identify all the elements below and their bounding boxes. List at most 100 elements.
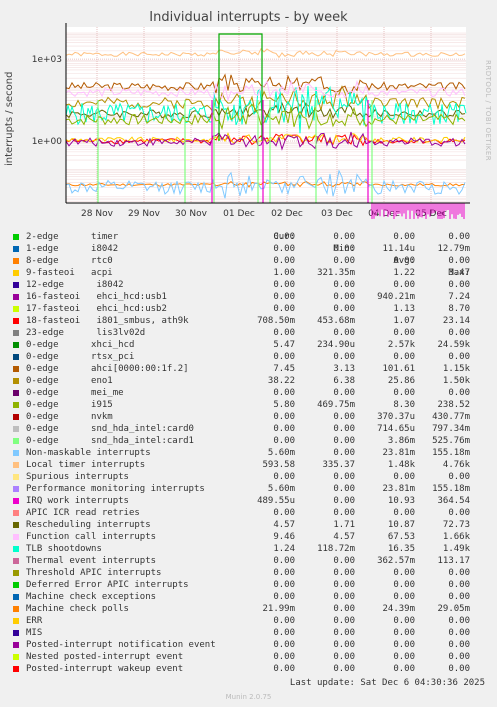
legend-avg: 23.81m [382,484,415,494]
legend-row: IRQ work interrupts 489.55u 0.00 10.93 364.5… [12,495,492,507]
legend-swatch [13,606,19,612]
legend-label: IRQ work interrupts [26,496,129,506]
legend-swatch [13,462,19,468]
legend-cur: 0.00 [273,244,295,254]
legend-swatch [13,414,19,420]
legend-label: 23-edge lis3lv02d [26,328,146,338]
legend-cur: 21.99m [262,604,295,614]
legend-max: 4.76k [442,460,470,470]
legend-cur: 0.00 [273,580,295,590]
legend-cur: 708.50m [257,316,295,326]
legend-max: 155.18m [432,448,470,458]
legend-max: 0.00 [448,628,470,638]
legend-min: 335.37 [322,460,355,470]
legend-avg: 2.57k [387,340,415,350]
legend-max: 525.76m [432,436,470,446]
legend-avg: 1.07 [393,316,415,326]
legend-cur: 0.00 [273,472,295,482]
legend-swatch [13,534,19,540]
legend-avg: 8.30 [393,400,415,410]
legend-min: 453.68m [317,316,355,326]
legend-min: 0.00 [333,424,355,434]
legend-swatch [13,306,19,312]
legend-row: 1-edge i8042 0.00 0.00 11.14u 12.79m [12,243,492,255]
legend-row: Threshold APIC interrupts 0.00 0.00 0.00 0.0… [12,567,492,579]
legend-swatch [13,642,19,648]
legend-swatch [13,330,19,336]
legend-label: Local timer interrupts [26,460,146,470]
legend-row: APIC ICR read retries 0.00 0.00 0.00 0.00 [12,507,492,519]
legend-label: 0-edge i915 [26,400,113,410]
legend-min: 0.00 [333,664,355,674]
legend-min: 0.00 [333,292,355,302]
legend-cur: 5.47 [273,340,295,350]
legend-swatch [13,270,19,276]
legend-row: 0-edge snd_hda_intel:card1 0.00 0.00 3.86m 5… [12,435,492,447]
legend-min: 234.90u [317,340,355,350]
legend-label: Non-maskable interrupts [26,448,151,458]
legend-row: 2-edge timer 0.00 0.00 0.00 0.00 [12,231,492,243]
x-tick-label: 01 Dec [223,209,255,219]
legend-swatch [13,666,19,672]
legend-avg: 0.00 [393,352,415,362]
legend-row: Thermal event interrupts 0.00 0.00 362.57m 1… [12,555,492,567]
legend-swatch [13,474,19,480]
legend-swatch [13,630,19,636]
legend-row: 0-edge rtsx_pci 0.00 0.00 0.00 0.00 [12,351,492,363]
legend-cur: 0.00 [273,436,295,446]
legend-row: 0-edge snd_hda_intel:card0 0.00 0.00 714.65… [12,423,492,435]
legend-swatch [13,594,19,600]
legend-cur: 0.00 [273,616,295,626]
legend-cur: 0.00 [273,292,295,302]
legend-swatch [13,390,19,396]
legend-row: 0-edge eno1 38.22 6.38 25.86 1.50k [12,375,492,387]
legend-swatch [13,558,19,564]
legend-label: 0-edge eno1 [26,376,113,386]
legend-min: 0.00 [333,244,355,254]
legend-swatch [13,354,19,360]
x-tick-label: 29 Nov [128,209,161,219]
legend-max: 0.00 [448,652,470,662]
legend-min: 321.35m [317,268,355,278]
legend-cur: 38.22 [267,376,295,386]
legend-label: 0-edge xhci_hcd [26,340,135,350]
legend-min: 0.00 [333,604,355,614]
legend-min: 0.00 [333,496,355,506]
last-update: Last update: Sat Dec 6 04:30:36 2025 [289,678,485,688]
legend-row: 12-edge i8042 0.00 0.00 0.00 0.00 [12,279,492,291]
legend-max: 1.50k [442,376,470,386]
legend-row: Non-maskable interrupts 5.60m 0.00 23.81m 15… [12,447,492,459]
legend-row: Nested posted-interrupt event 0.00 0.00 0.0… [12,651,492,663]
legend-label: 0-edge ahci[0000:00:1f.2] [26,364,189,374]
legend-max: 1.49k [442,544,470,554]
legend-label: 9-fasteoi acpi [26,268,113,278]
legend-row: 0-edge xhci_hcd 5.47 234.90u 2.57k 24.59k [12,339,492,351]
legend-max: 0.00 [448,640,470,650]
legend-max: 0.00 [448,280,470,290]
legend-cur: 5.60m [267,448,295,458]
legend-label: 17-fasteoi ehci_hcd:usb2 [26,304,167,314]
legend-min: 3.13 [333,364,355,374]
legend-cur: 0.00 [273,664,295,674]
legend-row: 0-edge ahci[0000:00:1f.2] 7.45 3.13 101.61 1… [12,363,492,375]
legend-avg: 10.87 [387,520,415,530]
legend-swatch [13,378,19,384]
legend-min: 0.00 [333,352,355,362]
legend-max: 0.00 [448,592,470,602]
legend-swatch [13,654,19,660]
legend-min: 0.00 [333,280,355,290]
legend-min: 0.00 [333,448,355,458]
legend-label: TLB shootdowns [26,544,102,554]
legend-avg: 0.00 [393,568,415,578]
legend-row: Deferred Error APIC interrupts 0.00 0.00 0.… [12,579,492,591]
legend-max: 0.00 [448,568,470,578]
legend-avg: 940.21m [377,292,415,302]
legend-swatch [13,618,19,624]
legend-cur: 0.00 [273,508,295,518]
legend-swatch [13,546,19,552]
legend-swatch [13,486,19,492]
legend-cur: 0.00 [273,568,295,578]
legend-row: 8-edge rtc0 0.00 0.00 0.00 0.00 [12,255,492,267]
legend-min: 0.00 [333,484,355,494]
legend-avg: 0.00 [393,508,415,518]
